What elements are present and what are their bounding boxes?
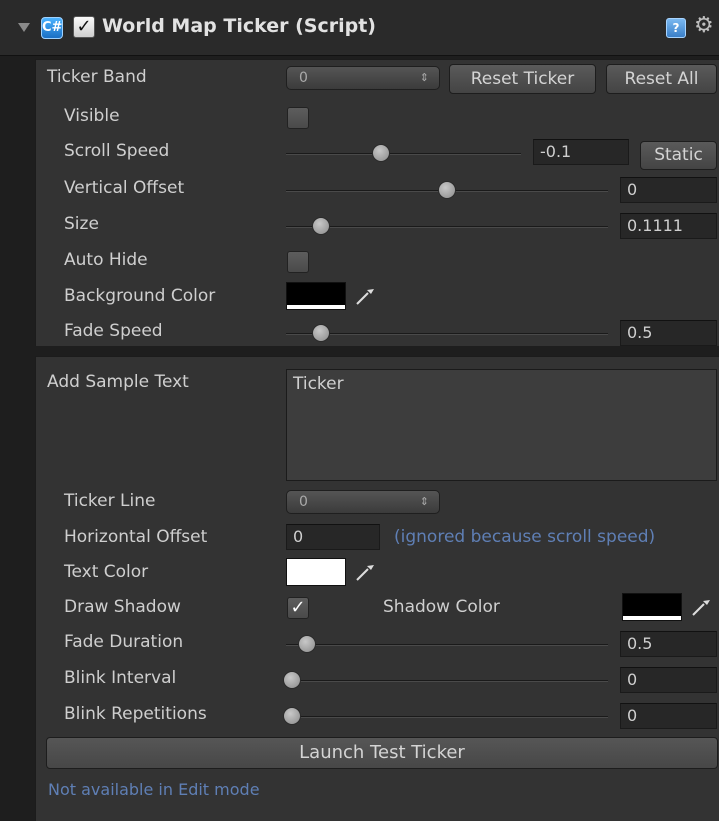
shadow-color-swatch[interactable] xyxy=(622,593,682,621)
size-field[interactable]: 0.1111 xyxy=(620,213,717,239)
horizontal-offset-field[interactable]: 0 xyxy=(286,524,380,550)
help-icon[interactable]: ? xyxy=(666,18,686,38)
ticker-line-value: 0 xyxy=(299,494,308,510)
background-color-label: Background Color xyxy=(64,286,216,306)
ticker-band-value: 0 xyxy=(299,70,308,86)
scroll-speed-label: Scroll Speed xyxy=(64,141,170,161)
alpha-bar xyxy=(287,305,345,309)
draw-shadow-checkbox[interactable]: ✓ xyxy=(287,597,309,619)
blink-repetitions-field[interactable]: 0 xyxy=(620,703,717,729)
eyedropper-icon[interactable] xyxy=(354,561,376,583)
script-icon: C# xyxy=(41,17,63,39)
vertical-offset-field[interactable]: 0 xyxy=(620,177,717,203)
blink-interval-field[interactable]: 0 xyxy=(620,667,717,693)
vertical-offset-label: Vertical Offset xyxy=(64,178,185,198)
chevron-updown-icon: ⇕ xyxy=(419,495,429,508)
shadow-color-label: Shadow Color xyxy=(383,597,500,617)
launch-test-ticker-button[interactable]: Launch Test Ticker xyxy=(46,737,718,769)
reset-all-button[interactable]: Reset All xyxy=(606,64,717,94)
checkmark-icon: ✓ xyxy=(76,16,92,37)
auto-hide-label: Auto Hide xyxy=(64,250,148,270)
horizontal-offset-note: (ignored because scroll speed) xyxy=(394,527,656,547)
alpha-bar xyxy=(623,616,681,620)
gear-icon[interactable]: ⚙ xyxy=(694,12,714,40)
checkmark-icon: ✓ xyxy=(290,597,306,618)
component-header[interactable]: C# ✓ World Map Ticker (Script) ? ⚙ xyxy=(0,0,719,56)
draw-shadow-label: Draw Shadow xyxy=(64,597,181,617)
ticker-line-popup[interactable]: 0 ⇕ xyxy=(286,490,440,514)
blink-interval-label: Blink Interval xyxy=(64,668,177,688)
auto-hide-checkbox[interactable] xyxy=(287,251,309,273)
scroll-speed-slider-thumb[interactable] xyxy=(372,144,390,162)
sample-text-panel: Add Sample Text Ticker Launch Test Ticke… xyxy=(35,356,719,821)
visible-checkbox[interactable] xyxy=(287,107,309,129)
size-label: Size xyxy=(64,214,99,234)
fade-speed-slider-thumb[interactable] xyxy=(312,324,330,342)
component-title: World Map Ticker (Script) xyxy=(102,15,376,37)
size-slider-track[interactable] xyxy=(286,226,608,228)
blink-interval-slider-thumb[interactable] xyxy=(283,671,301,689)
fade-speed-field[interactable]: 0.5 xyxy=(620,320,717,346)
text-color-swatch[interactable] xyxy=(286,558,346,586)
fade-duration-slider-track[interactable] xyxy=(286,644,608,646)
fade-speed-slider-track[interactable] xyxy=(286,333,608,335)
ticker-band-label: Ticker Band xyxy=(47,67,147,87)
fade-speed-label: Fade Speed xyxy=(64,321,163,341)
fade-duration-field[interactable]: 0.5 xyxy=(620,631,717,657)
fade-duration-label: Fade Duration xyxy=(64,632,184,652)
blink-repetitions-slider-track[interactable] xyxy=(286,716,608,718)
inspector-root: C# ✓ World Map Ticker (Script) ? ⚙ Ticke… xyxy=(0,0,719,821)
ticker-line-label: Ticker Line xyxy=(64,491,156,511)
eyedropper-icon[interactable] xyxy=(690,596,712,618)
sample-text-area[interactable]: Ticker xyxy=(286,369,717,481)
size-slider-thumb[interactable] xyxy=(312,217,330,235)
visible-label: Visible xyxy=(64,106,120,126)
eyedropper-icon[interactable] xyxy=(354,285,376,307)
fade-duration-slider-thumb[interactable] xyxy=(298,635,316,653)
component-enabled-checkbox[interactable]: ✓ xyxy=(73,16,95,38)
fold-arrow-icon[interactable] xyxy=(18,23,30,32)
static-button[interactable]: Static xyxy=(640,141,717,170)
scroll-speed-slider-track[interactable] xyxy=(286,153,521,155)
vertical-offset-slider-thumb[interactable] xyxy=(438,181,456,199)
text-color-label: Text Color xyxy=(64,562,149,582)
blink-repetitions-slider-thumb[interactable] xyxy=(283,707,301,725)
edit-mode-status: Not available in Edit mode xyxy=(48,780,260,799)
background-color-swatch[interactable] xyxy=(286,282,346,310)
add-sample-text-label: Add Sample Text xyxy=(47,372,189,392)
horizontal-offset-label: Horizontal Offset xyxy=(64,527,208,547)
blink-interval-slider-track[interactable] xyxy=(286,680,608,682)
scroll-speed-field[interactable]: -0.1 xyxy=(533,139,629,165)
chevron-updown-icon: ⇕ xyxy=(419,71,429,84)
reset-ticker-button[interactable]: Reset Ticker xyxy=(449,64,596,94)
ticker-band-popup[interactable]: 0 ⇕ xyxy=(286,66,440,90)
blink-repetitions-label: Blink Repetitions xyxy=(64,704,207,724)
